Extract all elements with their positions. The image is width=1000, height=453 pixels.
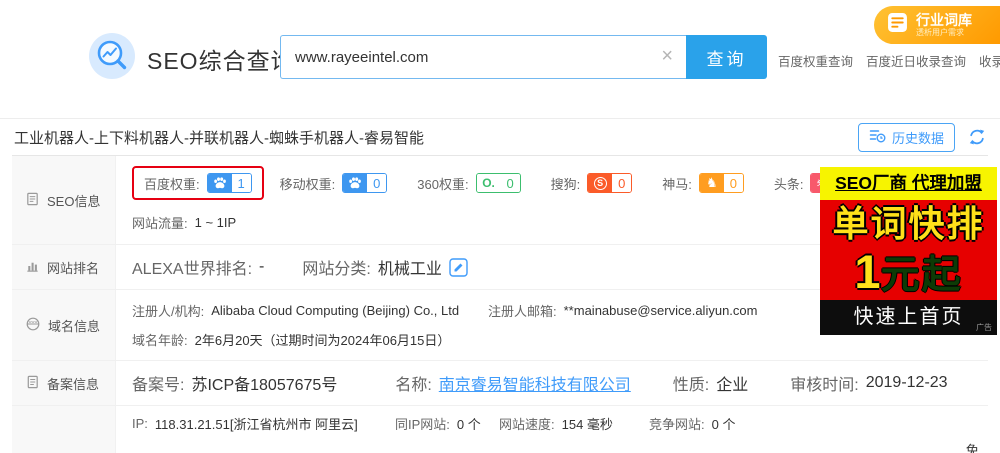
search-button[interactable]: 查询 [686, 35, 767, 79]
traffic-label: 网站流量: [132, 216, 188, 231]
nature-label: 性质: [672, 377, 710, 394]
ad-keyword: 单词快排 [832, 203, 985, 244]
baidu-weight-value: 1 [231, 174, 251, 192]
sidebar-item-site-info: 网站信息 [12, 406, 116, 453]
search-bar: × 查询 [280, 35, 767, 79]
mobile-weight-badge[interactable]: 0 [342, 173, 388, 193]
sidebar-item-domain-info: www 域名信息 [12, 290, 116, 360]
bar-chart-icon [25, 258, 40, 277]
search-input[interactable] [280, 35, 686, 79]
row-label-text: SEO信息 [47, 193, 101, 209]
speed-label: 网站速度: [499, 417, 555, 432]
registrant-label: 注册人/机构: [132, 304, 205, 319]
speed-value: 154 毫秒 [561, 417, 613, 432]
row-icp-info: 备案信息 备案号: 苏ICP备18057675号 名称: 南京睿易智能科技有限公… [12, 360, 988, 405]
ad-footer: 快速上首页 广告 [820, 300, 997, 335]
sogou-weight-value: 0 [612, 174, 632, 192]
traffic-value: 1 ~ 1IP [194, 215, 237, 230]
refresh-icon[interactable] [968, 128, 986, 146]
baidu-weight-badge[interactable]: 1 [206, 173, 252, 193]
company-name-link[interactable]: 南京睿易智能科技有限公司 [439, 371, 631, 395]
svg-text:www: www [29, 320, 38, 324]
site-category-value: 机械工业 [377, 261, 442, 278]
mobile-weight-label: 移动权重: [279, 176, 336, 192]
registrant-value: Alibaba Cloud Computing (Beijing) Co., L… [211, 303, 460, 318]
icp-number-label: 备案号: [132, 377, 185, 394]
alexa-rank-label: ALEXA世界排名: [132, 261, 253, 278]
baidu-weight-label: 百度权重: [144, 176, 200, 192]
ad-body: 单词快排 1元起 [820, 200, 997, 300]
shenma-horse-icon: ♞ [699, 174, 724, 192]
site-title: 工业机器人-上下料机器人-并联机器人-蜘蛛手机器人-睿易智能 [14, 129, 424, 147]
ad-banner[interactable]: SEO厂商 代理加盟 单词快排 1元起 快速上首页 广告 [820, 167, 997, 335]
baidu-weight-highlight: 百度权重: 1 [132, 166, 264, 200]
audit-time-label: 审核时间: [790, 377, 859, 394]
ad-headline: SEO厂商 代理加盟 [820, 167, 997, 200]
baidu-paw-icon [207, 174, 232, 192]
360-weight-badge[interactable]: O. 0 [475, 173, 521, 193]
shenma-weight-label: 神马: [662, 176, 692, 192]
sidebar-item-seo-info: SEO信息 [12, 156, 116, 244]
link-baidu-weight-query[interactable]: 百度权重查询 [778, 51, 853, 70]
360-logo-icon: O. [476, 174, 501, 192]
row-label-text: 域名信息 [48, 318, 101, 334]
same-ip-label: 同IP网站: [395, 417, 450, 432]
domain-age-label: 域名年龄: [132, 333, 188, 348]
sogou-s-icon: S [588, 174, 613, 192]
mobile-weight-value: 0 [367, 174, 387, 192]
row-label-text: 备案信息 [47, 376, 100, 392]
seo-query-page: 行业词库 透析用户需求 SEO综合查询 × 查询 百度 [0, 0, 1000, 453]
page-title: SEO综合查询 [147, 47, 295, 74]
ad-price-number: 1 [854, 245, 881, 298]
ip-value: 118.31.21.51[浙江省杭州市 阿里云] [154, 417, 358, 432]
globe-www-icon: www [25, 316, 41, 335]
registrant-email-value: **mainabuse@service.aliyun.com [563, 303, 758, 318]
link-index-query[interactable]: 收录查询 [979, 51, 1000, 70]
same-ip-value: 0 个 [456, 417, 481, 432]
breadcrumb-row: 工业机器人-上下料机器人-并联机器人-蜘蛛手机器人-睿易智能 历史数据 [0, 118, 1000, 155]
sidebar-item-rank-info: 网站排名 [12, 245, 116, 289]
free-apply-link[interactable]: 免费申请 [966, 440, 988, 453]
company-name-label: 名称: [395, 377, 432, 394]
sidebar-item-icp-info: 备案信息 [12, 361, 116, 405]
360-weight-value: 0 [500, 174, 520, 192]
clear-input-icon[interactable]: × [661, 45, 673, 67]
toutiao-weight-label: 头条: [773, 176, 804, 192]
baidu-paw-icon [343, 174, 368, 192]
ip-label: IP: [132, 416, 148, 431]
audit-time-value: 2019-12-23 [865, 374, 948, 391]
domain-age-value: 2年6月20天（过期时间为2024年06月15日） [194, 333, 451, 348]
logo: SEO综合查询 [88, 32, 295, 85]
document-icon [25, 191, 40, 210]
nature-value: 企业 [716, 377, 749, 394]
competitor-value: 0 个 [711, 417, 736, 432]
row-site-info: 网站信息 IP: 118.31.21.51[浙江省杭州市 阿里云] 同IP网站:… [12, 405, 988, 453]
magnifier-chart-icon [88, 32, 136, 85]
clipboard-icon [25, 374, 40, 393]
history-data-label: 历史数据 [891, 130, 944, 146]
site-category-label: 网站分类: [302, 261, 371, 278]
row-label-text: 网站排名 [47, 260, 100, 276]
edit-category-icon[interactable] [449, 257, 468, 277]
ad-price-text: 元起 [880, 254, 963, 297]
shenma-weight-value: 0 [723, 174, 743, 192]
sogou-weight-badge[interactable]: S 0 [587, 173, 633, 193]
header: SEO综合查询 × 查询 百度权重查询 百度近日收录查询 收录查询 [0, 0, 1000, 118]
icp-number-value: 苏ICP备18057675号 [191, 377, 338, 394]
ad-footer-text: 快速上首页 [853, 306, 964, 328]
registrant-email-label: 注册人邮箱: [488, 304, 557, 319]
history-data-button[interactable]: 历史数据 [857, 122, 955, 152]
360-weight-label: 360权重: [417, 176, 469, 192]
ad-tag: 广告 [976, 323, 992, 332]
ad-price: 1元起 [820, 247, 997, 300]
alexa-rank-value: - [259, 258, 265, 275]
competitor-label: 竞争网站: [649, 417, 705, 432]
history-list-clock-icon [869, 128, 886, 146]
quick-links: 百度权重查询 百度近日收录查询 收录查询 [778, 51, 1000, 70]
link-baidu-recent-index-query[interactable]: 百度近日收录查询 [866, 51, 966, 70]
shenma-weight-badge[interactable]: ♞ 0 [698, 173, 744, 193]
sogou-weight-label: 搜狗: [550, 176, 581, 192]
